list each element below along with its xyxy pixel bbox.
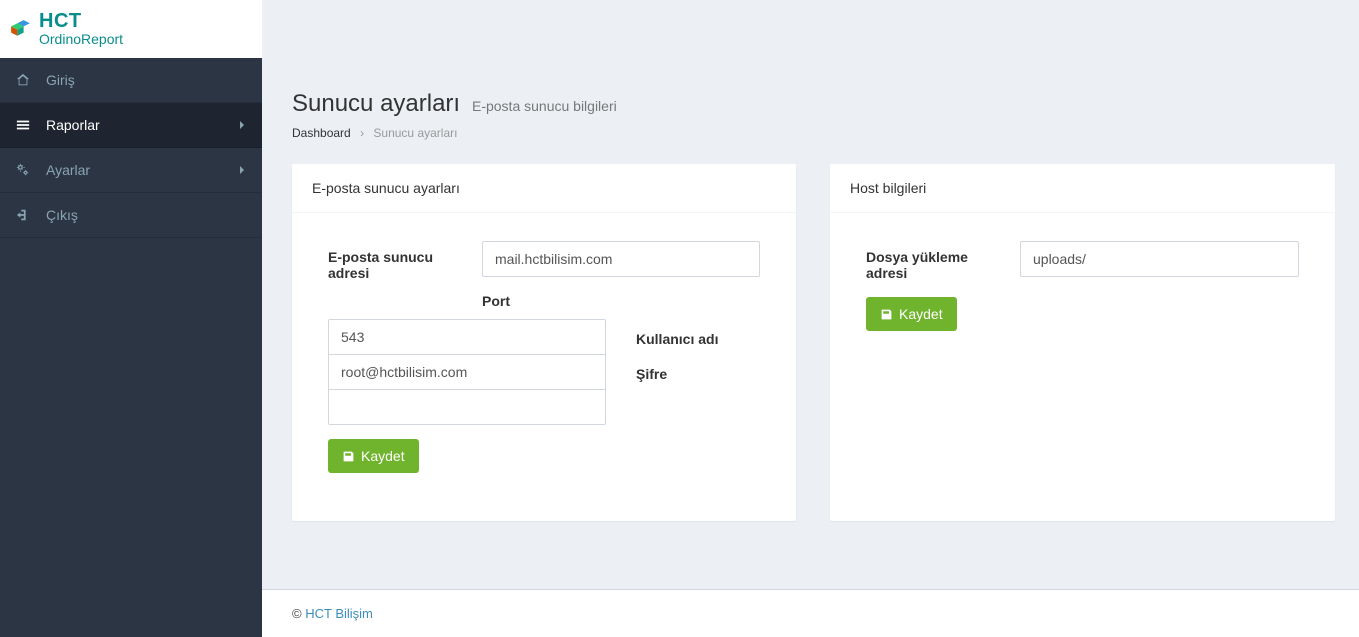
sidebar-item-logout[interactable]: Çıkış [0, 193, 262, 238]
main-content: Sunucu ayarları E-posta sunucu bilgileri… [262, 0, 1359, 637]
brand-title: HCT [39, 10, 123, 32]
label-upload-path: Dosya yükleme adresi [866, 241, 1020, 281]
footer: © HCT Bilişim [262, 589, 1359, 637]
sidebar-item-label: Giriş [46, 72, 246, 88]
brand-logo-area[interactable]: HCT OrdinoReport [0, 0, 262, 58]
panel-email-settings: E-posta sunucu ayarları E-posta sunucu a… [292, 164, 796, 521]
breadcrumb-current: Sunucu ayarları [373, 126, 457, 140]
label-username: Kullanıcı adı [636, 321, 760, 357]
save-button-label: Kaydet [361, 448, 405, 464]
input-password[interactable] [328, 389, 606, 425]
input-username[interactable] [328, 354, 606, 390]
chevron-right-icon [238, 165, 246, 175]
label-port: Port [328, 293, 760, 309]
home-icon [16, 73, 36, 87]
input-port[interactable] [328, 319, 606, 355]
brand-logo-icon [8, 17, 33, 42]
chevron-right-icon: › [360, 126, 364, 140]
sidebar-item-login[interactable]: Giriş [0, 58, 262, 103]
sidebar-item-label: Çıkış [46, 207, 246, 223]
gears-icon [16, 163, 36, 177]
save-icon [342, 450, 355, 463]
save-email-button[interactable]: Kaydet [328, 439, 419, 473]
sidebar-item-label: Raporlar [46, 117, 238, 133]
save-button-label: Kaydet [899, 306, 943, 322]
signout-icon [16, 208, 36, 222]
save-icon [880, 308, 893, 321]
label-password: Şifre [636, 356, 760, 392]
top-header: HCT OrdinoReport [0, 0, 1359, 58]
sidebar-item-label: Ayarlar [46, 162, 238, 178]
panel-host-info: Host bilgileri Dosya yükleme adresi [830, 164, 1335, 521]
list-icon [16, 118, 36, 132]
footer-link[interactable]: HCT Bilişim [305, 606, 373, 621]
page-title: Sunucu ayarları [292, 90, 460, 117]
input-upload-path[interactable] [1020, 241, 1299, 277]
top-bar [262, 0, 1359, 58]
sidebar-item-settings[interactable]: Ayarlar [0, 148, 262, 193]
panel-email-title: E-posta sunucu ayarları [292, 164, 796, 213]
input-email-address[interactable] [482, 241, 760, 277]
sidebar-item-reports[interactable]: Raporlar [0, 103, 262, 148]
footer-copyright: © [292, 606, 302, 621]
chevron-right-icon [238, 120, 246, 130]
brand-subtitle: OrdinoReport [39, 32, 123, 47]
breadcrumb: Dashboard › Sunucu ayarları [292, 126, 1335, 140]
page-subtitle: E-posta sunucu bilgileri [472, 98, 617, 114]
sidebar: Giriş Raporlar Ayarlar Çıkış [0, 0, 262, 637]
label-email-address: E-posta sunucu adresi [328, 241, 482, 281]
panel-host-title: Host bilgileri [830, 164, 1335, 213]
breadcrumb-root[interactable]: Dashboard [292, 126, 351, 140]
page-header: Sunucu ayarları E-posta sunucu bilgileri [292, 90, 1335, 118]
save-host-button[interactable]: Kaydet [866, 297, 957, 331]
